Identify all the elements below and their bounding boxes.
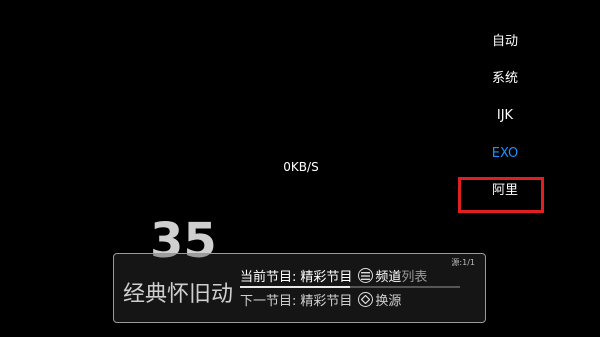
network-speed: 0KB/S xyxy=(283,160,319,174)
current-program-title: 精彩节目 xyxy=(300,270,353,285)
next-program-title: 精彩节目 xyxy=(300,294,353,309)
current-program-label: 当前节目: xyxy=(240,270,297,285)
next-program-row: 下一节目: 精彩节目 换源 xyxy=(240,290,401,309)
channel-info-panel: 源:1/1 经典怀旧动 当前节目: 精彩节目 频道 列表 下一节目: 精彩节目 … xyxy=(113,253,486,323)
source-indicator: 源:1/1 xyxy=(451,258,475,267)
decoder-option-exo[interactable]: EXO xyxy=(470,142,540,166)
program-progress xyxy=(240,286,460,288)
channel-list-hint-label: 频道 xyxy=(375,270,402,285)
menu-lines-icon xyxy=(358,268,374,283)
next-program-label: 下一节目: xyxy=(240,294,297,309)
highlight-box xyxy=(458,177,544,213)
channel-list-hint[interactable]: 频道 列表 xyxy=(358,266,427,285)
program-progress-fill xyxy=(240,286,350,288)
change-source-hint-label: 换源 xyxy=(375,294,402,309)
decoder-option-auto[interactable]: 自动 xyxy=(470,30,540,54)
player-screen: 0KB/S 自动 系统 IJK EXO 阿里 35 源:1/1 经典怀旧动 当前… xyxy=(0,0,600,337)
decoder-option-system[interactable]: 系统 xyxy=(470,67,540,91)
decoder-option-ijk[interactable]: IJK xyxy=(470,104,540,128)
diamond-arrows-icon xyxy=(358,292,374,307)
channel-name: 经典怀旧动 xyxy=(123,282,234,307)
channel-list-hint-label-2: 列表 xyxy=(401,270,428,285)
current-program-row: 当前节目: 精彩节目 频道 列表 xyxy=(240,266,427,285)
change-source-hint[interactable]: 换源 xyxy=(358,290,401,309)
